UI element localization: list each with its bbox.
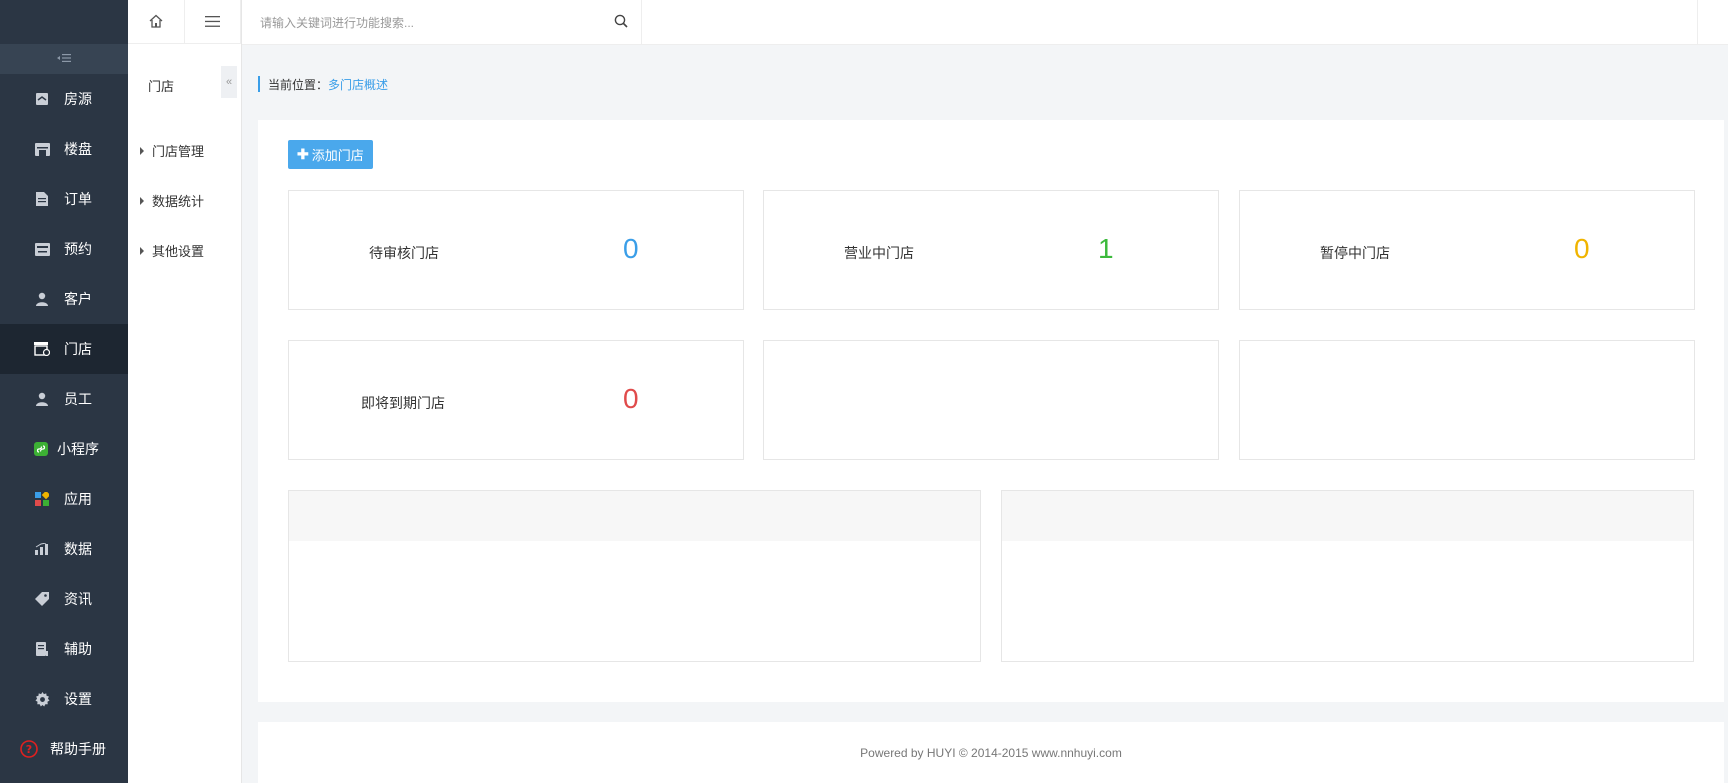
sidebar-item-label: 应用 [64,491,92,507]
sidebar-item-fuzhu[interactable]: 辅助 [0,624,128,674]
top-tools [128,0,241,44]
stat-card-expiring: 即将到期门店 0 [288,340,744,460]
menu-icon [204,15,220,30]
sidebar-item-label: 房源 [64,91,92,107]
stat-value: 0 [623,233,639,264]
add-store-button[interactable]: ✚ 添加门店 [288,140,373,169]
sidebar-item-label: 订单 [64,191,92,207]
sidebar-item-yuangong[interactable]: 员工 [0,374,128,424]
subnav-item-store-management[interactable]: 门店管理 [140,141,204,160]
sidebar-item-label: 门店 [64,341,92,357]
chart-panel-header [1002,491,1693,541]
subnav-item-label: 其他设置 [152,244,205,259]
main-panel: ✚ 添加门店 待审核门店 0 营业中门店 1 暂停中门店 0 即将到期门店 0 [258,120,1724,702]
sidebar-item-loupan[interactable]: 楼盘 [0,124,128,174]
sidebar-item-label: 预约 [64,241,92,257]
calendar-icon [34,241,50,257]
breadcrumb-prefix: 当前位置： [268,77,329,92]
home-icon [149,14,163,31]
book-icon [34,641,50,657]
tag-icon [34,591,50,607]
search-input[interactable] [242,15,601,30]
document-icon [34,191,50,207]
sidebar-item-kehu[interactable]: 客户 [0,274,128,324]
footer-text: Powered by HUYI © 2014-2015 www.nnhuyi.c… [860,745,1122,760]
stat-label: 即将到期门店 [361,395,445,411]
subnav-item-label: 数据统计 [152,194,205,209]
subnav-item-data-stats[interactable]: 数据统计 [140,191,204,210]
topbar-divider [1697,0,1698,45]
brand-area [0,0,128,44]
top-bar [242,0,1728,45]
svg-text:?: ? [26,743,32,756]
stat-value: 0 [1574,233,1590,264]
sidebar-item-label: 资讯 [64,591,92,607]
sidebar-item-label: 客户 [64,291,92,307]
main-sidebar: 房源 楼盘 订单 预约 客户 门店 员工 小程序 应用 数据 资讯 辅助 设置 … [0,0,128,783]
sidebar-item-help-manual[interactable]: ? 帮助手册 [0,724,128,774]
subnav-fold-button[interactable]: « [221,66,237,98]
building-icon [34,141,50,157]
function-search [242,0,642,45]
add-store-label: 添加门店 [311,148,364,163]
bar-chart-icon [34,541,50,557]
stat-value: 1 [1098,233,1114,264]
caret-right-icon [140,246,144,255]
menu-toggle-button[interactable] [185,0,241,44]
stat-card-empty [763,340,1219,460]
collapse-icon [57,52,71,66]
plus-icon: ✚ [297,146,309,162]
stat-card-paused: 暂停中门店 0 [1239,190,1695,310]
sidebar-item-label: 数据 [64,541,92,557]
sidebar-item-label: 小程序 [57,441,99,457]
sidebar-item-label: 设置 [64,691,92,707]
apps-icon [34,491,50,507]
stat-label: 待审核门店 [369,245,439,261]
chart-panel-right [1001,490,1694,662]
sidebar-item-label: 辅助 [64,641,92,657]
double-chevron-left-icon: « [225,76,233,88]
sidebar-item-label: 员工 [64,391,92,407]
stat-label: 暂停中门店 [1320,245,1390,261]
chart-panel-left [288,490,981,662]
stat-label: 营业中门店 [844,245,914,261]
subnav-item-label: 门店管理 [152,144,205,159]
stat-card-pending: 待审核门店 0 [288,190,744,310]
sidebar-item-shezhi[interactable]: 设置 [0,674,128,724]
chart-panel-header [289,491,980,541]
store-icon [34,341,50,357]
user-icon [34,391,50,407]
sidebar-item-fangyuan[interactable]: 房源 [0,74,128,124]
sidebar-item-yingyong[interactable]: 应用 [0,474,128,524]
caret-right-icon [140,196,144,205]
sidebar-item-mendian[interactable]: 门店 [0,324,128,374]
miniprogram-icon [33,441,49,457]
help-circle-icon: ? [20,740,38,758]
sidebar-item-label: 楼盘 [64,141,92,157]
sidebar-item-yuyue[interactable]: 预约 [0,224,128,274]
breadcrumb-current[interactable]: 多门店概述 [328,76,388,93]
stat-card-empty [1239,340,1695,460]
sidebar-item-dingdan[interactable]: 订单 [0,174,128,224]
subnav-title: 门店 [148,79,175,94]
sub-navigation: 门店 « 门店管理 数据统计 其他设置 [128,0,242,783]
stat-card-open: 营业中门店 1 [763,190,1219,310]
house-icon [34,91,50,107]
gear-icon [34,691,50,707]
breadcrumb: 当前位置： 多门店概述 [258,76,388,92]
sidebar-item-zixun[interactable]: 资讯 [0,574,128,624]
user-icon [34,291,50,307]
stat-value: 0 [623,383,639,414]
sidebar-collapse-toggle[interactable] [0,44,128,74]
caret-right-icon [140,146,144,155]
subnav-item-other-settings[interactable]: 其他设置 [140,241,204,260]
search-button[interactable] [601,0,641,45]
home-button[interactable] [128,0,185,44]
sidebar-item-shuju[interactable]: 数据 [0,524,128,574]
footer: Powered by HUYI © 2014-2015 www.nnhuyi.c… [258,722,1724,783]
sidebar-item-label: 帮助手册 [50,741,106,757]
sidebar-item-xiaochengxu[interactable]: 小程序 [0,424,128,474]
search-icon [614,14,628,31]
